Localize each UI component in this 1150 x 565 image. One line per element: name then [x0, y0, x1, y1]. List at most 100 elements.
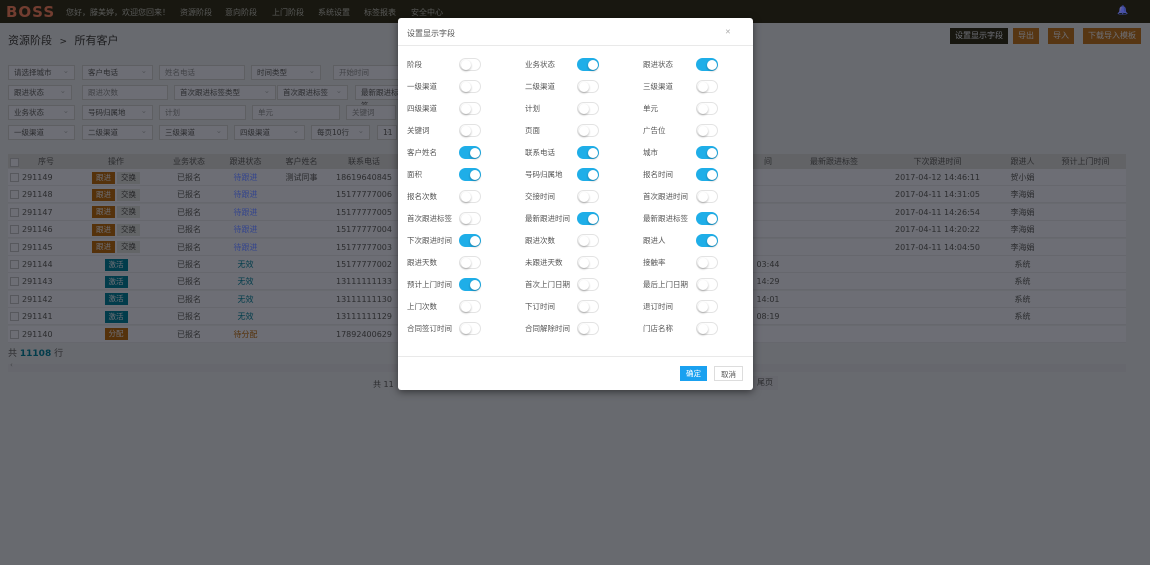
toggle-switch[interactable] [577, 124, 599, 137]
column-header[interactable]: 最新跟进标签 [793, 154, 875, 169]
filter-input[interactable]: 关键词 [346, 105, 396, 120]
row-checkbox[interactable] [10, 173, 19, 182]
row-checkbox[interactable] [10, 329, 19, 339]
toggle-switch[interactable] [577, 212, 599, 225]
filter-select[interactable]: 三级渠道 [159, 124, 228, 140]
row-checkbox[interactable] [10, 294, 19, 304]
action-button[interactable]: 交换 [117, 241, 140, 254]
filter-select[interactable]: 首次跟进标签类型 [174, 84, 276, 100]
nav-item[interactable]: 标签报表 [364, 7, 396, 18]
row-checkbox[interactable] [10, 207, 19, 217]
download-template-button[interactable]: 下载导入模板 [1083, 28, 1141, 44]
action-button[interactable]: 跟进 [92, 223, 115, 236]
toggle-switch[interactable] [459, 212, 481, 225]
toggle-switch[interactable] [577, 322, 599, 335]
action-button[interactable]: 激活 [104, 258, 128, 271]
column-header[interactable]: 业务状态 [160, 154, 218, 169]
row-checkbox[interactable] [10, 190, 19, 200]
toggle-switch[interactable] [696, 278, 718, 291]
filter-input[interactable]: 开始时间 [333, 65, 403, 80]
toggle-switch[interactable] [459, 102, 481, 115]
toggle-switch[interactable] [459, 256, 481, 269]
toggle-switch[interactable] [577, 102, 599, 115]
toggle-switch[interactable] [459, 58, 481, 71]
toggle-switch[interactable] [696, 190, 718, 203]
action-button[interactable]: 交换 [117, 171, 140, 184]
toggle-switch[interactable] [696, 300, 718, 313]
scroll-left-icon[interactable]: ‹ [10, 361, 13, 369]
action-button[interactable]: 跟进 [92, 241, 115, 254]
toggle-switch[interactable] [696, 168, 718, 181]
filter-select[interactable]: 一级渠道 [8, 124, 75, 140]
nav-item[interactable]: 系统设置 [318, 7, 350, 18]
select-all-checkbox[interactable] [10, 158, 19, 167]
toggle-switch[interactable] [577, 256, 599, 269]
column-header[interactable]: 操作 [72, 154, 160, 169]
action-button[interactable]: 激活 [104, 275, 128, 288]
filter-select[interactable]: 跟进状态 [8, 84, 72, 100]
breadcrumb-parent[interactable]: 资源阶段 [8, 34, 52, 47]
close-icon[interactable]: ✕ [725, 28, 731, 36]
toggle-switch[interactable] [459, 168, 481, 181]
toggle-switch[interactable] [696, 146, 718, 159]
toggle-switch[interactable] [696, 58, 718, 71]
toggle-switch[interactable] [577, 234, 599, 247]
toggle-switch[interactable] [577, 300, 599, 313]
column-header[interactable]: 联系电话 [330, 154, 398, 169]
nav-item[interactable]: 资源阶段 [180, 7, 212, 18]
toggle-switch[interactable] [577, 190, 599, 203]
toggle-switch[interactable] [696, 234, 718, 247]
action-button[interactable]: 交换 [117, 223, 140, 236]
toggle-switch[interactable] [459, 146, 481, 159]
confirm-button[interactable]: 确定 [680, 366, 707, 381]
toggle-switch[interactable] [696, 124, 718, 137]
toggle-switch[interactable] [459, 234, 481, 247]
toggle-switch[interactable] [696, 322, 718, 335]
filter-select[interactable]: 11 [377, 124, 397, 140]
filter-select[interactable]: 每页10行 [311, 124, 370, 140]
row-checkbox[interactable] [10, 277, 19, 287]
toggle-switch[interactable] [696, 212, 718, 225]
row-checkbox[interactable] [10, 260, 19, 269]
toggle-switch[interactable] [696, 80, 718, 93]
filter-input[interactable]: 计划 [159, 105, 246, 120]
column-header[interactable]: 跟进人 [1000, 154, 1045, 169]
filter-select[interactable]: 客户电话 [82, 64, 153, 80]
action-button[interactable]: 跟进 [92, 206, 115, 219]
action-button[interactable]: 激活 [104, 310, 128, 323]
toggle-switch[interactable] [696, 102, 718, 115]
column-header[interactable]: 序号 [20, 154, 72, 169]
toggle-switch[interactable] [459, 278, 481, 291]
filter-select[interactable]: 二级渠道 [82, 124, 153, 140]
toggle-switch[interactable] [459, 80, 481, 93]
filter-select[interactable]: 四级渠道 [234, 124, 305, 140]
filter-select[interactable]: 首次跟进标签 [277, 84, 348, 100]
action-button[interactable]: 跟进 [92, 188, 115, 201]
toggle-switch[interactable] [459, 190, 481, 203]
toggle-switch[interactable] [577, 146, 599, 159]
filter-select[interactable]: 号码归属地 [82, 104, 153, 120]
action-button[interactable]: 交换 [117, 206, 140, 219]
nav-item[interactable]: 意向阶段 [225, 7, 257, 18]
nav-item[interactable]: 上门阶段 [272, 7, 304, 18]
cancel-button[interactable]: 取消 [714, 366, 743, 381]
row-checkbox[interactable] [10, 312, 19, 322]
set-fields-button[interactable]: 设置显示字段 [950, 28, 1008, 44]
row-checkbox[interactable] [10, 242, 19, 252]
import-button[interactable]: 导入 [1048, 28, 1074, 44]
row-checkbox[interactable] [10, 225, 19, 235]
filter-input[interactable]: 姓名电话 [159, 65, 245, 80]
action-button[interactable]: 交换 [117, 188, 140, 201]
toggle-switch[interactable] [696, 256, 718, 269]
column-header[interactable]: 下次跟进时间 [875, 154, 1000, 169]
toggle-switch[interactable] [577, 168, 599, 181]
bell-icon[interactable]: 🔔 [1117, 6, 1128, 16]
action-button[interactable]: 跟进 [92, 171, 115, 184]
filter-select[interactable]: 请选择城市 [8, 64, 75, 80]
column-header[interactable]: 客户姓名 [273, 154, 330, 169]
filter-select[interactable]: 业务状态 [8, 104, 75, 120]
filter-input[interactable]: 单元 [252, 105, 340, 120]
filter-input[interactable]: 跟进次数 [82, 85, 168, 100]
action-button[interactable]: 激活 [104, 293, 128, 306]
column-header[interactable]: 预计上门时间 [1045, 154, 1126, 169]
